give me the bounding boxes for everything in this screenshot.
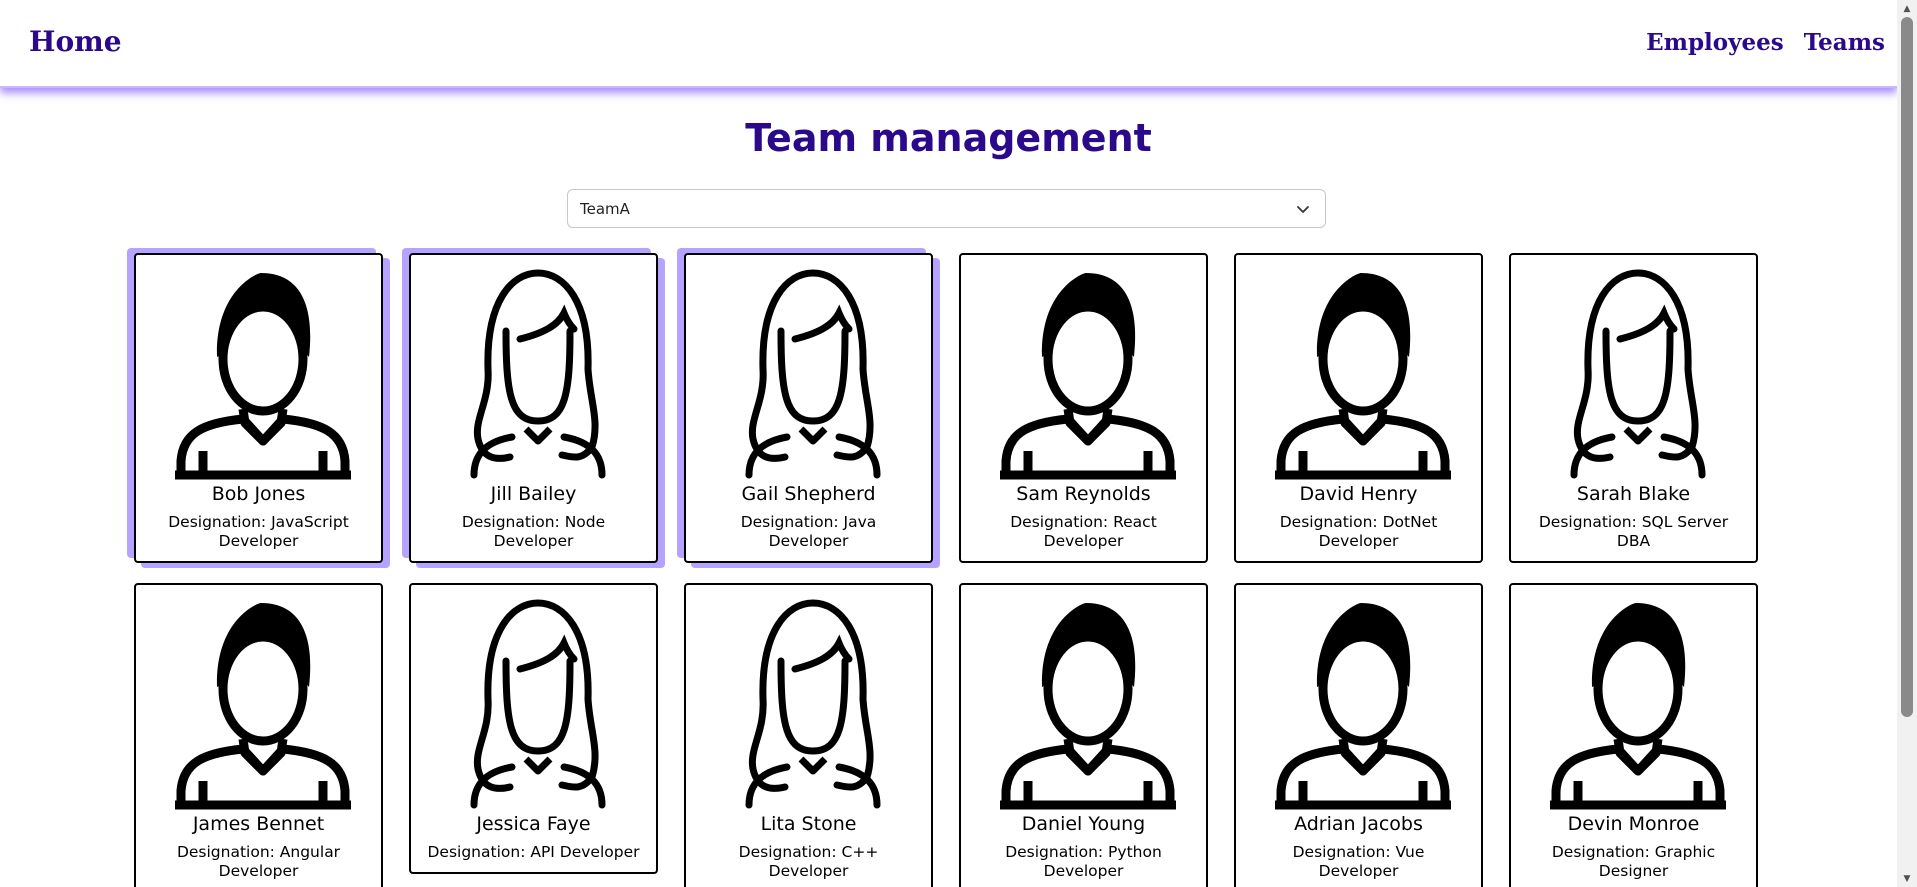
nav-teams-link[interactable]: Teams — [1804, 29, 1885, 56]
male-avatar-icon — [1259, 261, 1459, 481]
male-avatar-icon — [984, 591, 1184, 811]
employee-designation: Designation: JavaScript Developer — [168, 513, 349, 550]
scroll-up-arrow-icon[interactable]: ▲ — [1897, 0, 1917, 17]
employee-name: Sam Reynolds — [1016, 483, 1151, 505]
page-scrollbar[interactable]: ▲ ▼ — [1897, 0, 1917, 887]
employee-designation: Designation: Node Developer — [461, 513, 606, 550]
employee-name: Daniel Young — [1021, 813, 1146, 835]
employee-name: Sarah Blake — [1576, 483, 1691, 505]
female-avatar-icon — [1534, 261, 1734, 481]
employee-name: Lita Stone — [760, 813, 857, 835]
employee-name: Bob Jones — [211, 483, 306, 505]
page-title: Team management — [745, 116, 1152, 160]
employee-designation: Designation: DotNet Developer — [1279, 513, 1438, 550]
employee-card[interactable]: Sam Reynolds Designation: React Developer — [959, 253, 1208, 563]
employee-name: Devin Monroe — [1567, 813, 1700, 835]
employee-designation: Designation: Vue Developer — [1292, 843, 1425, 880]
male-avatar-icon — [159, 591, 359, 811]
female-avatar-icon — [709, 591, 909, 811]
employee-name: James Bennet — [192, 813, 325, 835]
female-avatar-icon — [434, 261, 634, 481]
employee-designation: Designation: SQL Server DBA — [1538, 513, 1729, 550]
employee-designation: Designation: Graphic Designer — [1551, 843, 1716, 880]
employee-designation: Designation: API Developer — [427, 843, 640, 861]
scrollbar-thumb[interactable] — [1901, 17, 1913, 717]
employee-card[interactable]: Jill Bailey Designation: Node Developer — [409, 253, 658, 563]
employee-card[interactable]: Bob Jones Designation: JavaScript Develop… — [134, 253, 383, 563]
employee-card[interactable]: Devin Monroe Designation: Graphic Designe… — [1509, 583, 1758, 887]
employee-name: Adrian Jacobs — [1294, 813, 1423, 835]
employee-designation: Designation: Java Developer — [740, 513, 877, 550]
employee-name: David Henry — [1299, 483, 1418, 505]
female-avatar-icon — [434, 591, 634, 811]
employee-card[interactable]: David Henry Designation: DotNet Developer — [1234, 253, 1483, 563]
employee-card[interactable]: Jessica Faye Designation: API Developer — [409, 583, 658, 874]
male-avatar-icon — [984, 261, 1184, 481]
top-navbar: Home Employees Teams — [0, 0, 1897, 88]
employee-card[interactable]: Daniel Young Designation: Python Develope… — [959, 583, 1208, 887]
team-select-value: TeamA — [580, 199, 630, 218]
nav-employees-link[interactable]: Employees — [1646, 29, 1784, 56]
male-avatar-icon — [1259, 591, 1459, 811]
employee-designation: Designation: Python Developer — [1005, 843, 1162, 880]
employee-designation: Designation: Angular Developer — [176, 843, 341, 880]
employee-card[interactable]: Adrian Jacobs Designation: Vue Developer — [1234, 583, 1483, 887]
employee-card[interactable]: James Bennet Designation: Angular Develop… — [134, 583, 383, 887]
employee-name: Gail Shepherd — [741, 483, 876, 505]
male-avatar-icon — [159, 261, 359, 481]
employee-card[interactable]: Lita Stone Designation: C++ Developer — [684, 583, 933, 887]
employee-designation: Designation: C++ Developer — [738, 843, 879, 880]
employee-designation: Designation: React Developer — [1010, 513, 1157, 550]
team-select[interactable]: TeamA — [567, 189, 1326, 228]
chevron-down-icon — [1297, 206, 1309, 213]
female-avatar-icon — [709, 261, 909, 481]
nav-links: Employees Teams — [1646, 29, 1885, 56]
scroll-down-arrow-icon[interactable]: ▼ — [1897, 870, 1917, 887]
employee-grid: Bob Jones Designation: JavaScript Develop… — [134, 253, 1758, 887]
employee-card[interactable]: Sarah Blake Designation: SQL Server DBA — [1509, 253, 1758, 563]
employee-card[interactable]: Gail Shepherd Designation: Java Developer — [684, 253, 933, 563]
male-avatar-icon — [1534, 591, 1734, 811]
employee-name: Jessica Faye — [476, 813, 591, 835]
nav-home-link[interactable]: Home — [29, 25, 122, 58]
employee-name: Jill Bailey — [490, 483, 577, 505]
